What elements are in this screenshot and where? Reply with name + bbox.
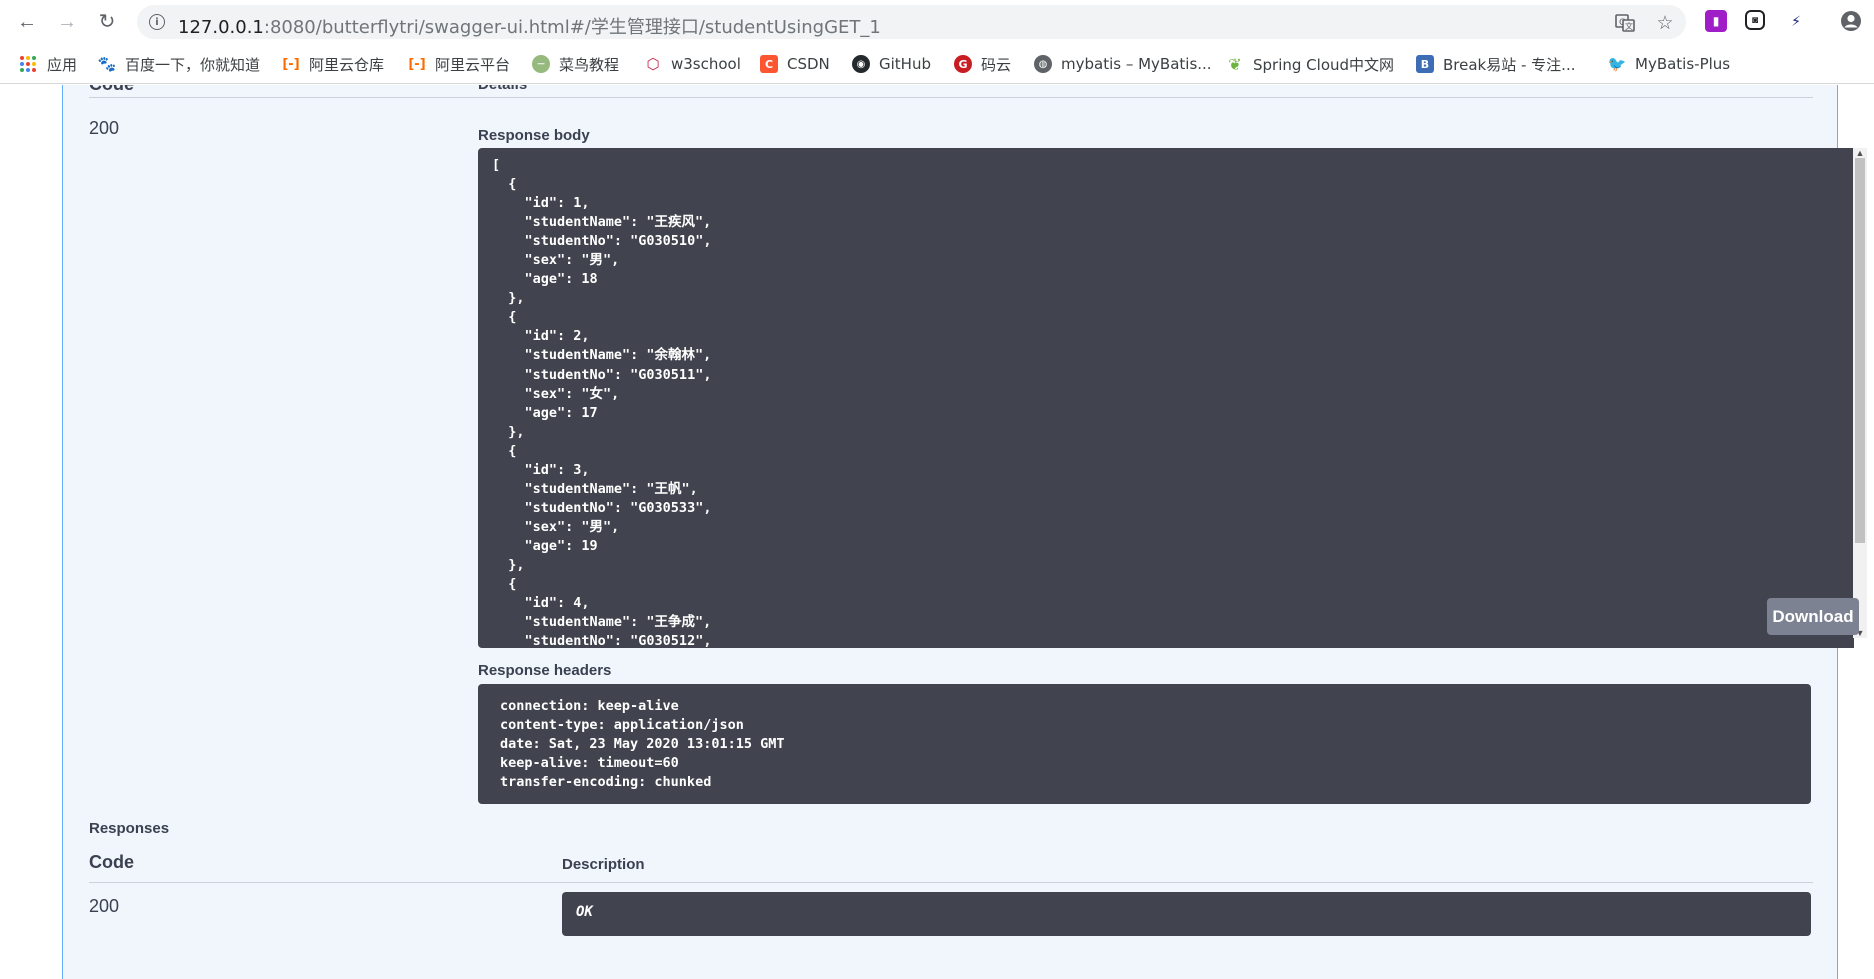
spring-leaf-icon: ❦	[1226, 55, 1244, 74]
bookmark-label: 应用	[47, 55, 78, 74]
scroll-up-arrow-icon[interactable]: ▲	[1854, 148, 1866, 158]
bookmark-csdn[interactable]: C CSDN	[760, 53, 830, 75]
baidu-paw-icon: 🐾	[97, 55, 117, 73]
responses-code: 200	[89, 896, 120, 916]
bookmark-label: MyBatis-Plus	[1635, 55, 1731, 73]
bookmark-label: 阿里云平台	[435, 55, 511, 74]
apps-grid-icon	[20, 55, 37, 73]
responses-description-text: OK	[576, 904, 593, 920]
bookmark-mybatis-plus[interactable]: 🐦 MyBatis-Plus	[1608, 53, 1730, 75]
scrollbar-thumb[interactable]	[1855, 158, 1865, 543]
bookmark-label: Spring Cloud中文网	[1253, 55, 1395, 74]
globe-icon: ◍	[1034, 55, 1052, 73]
bookmark-label: GitHub	[879, 55, 931, 73]
bookmark-label: 菜鸟教程	[559, 55, 620, 74]
gitee-icon: G	[954, 55, 972, 73]
browser-toolbar: ← → ↻ i 127.0.0.1:8080/butterflytri/swag…	[0, 0, 1874, 44]
profile-avatar-icon[interactable]	[1840, 10, 1862, 32]
bookmark-spring-cloud[interactable]: ❦ Spring Cloud中文网	[1226, 53, 1394, 75]
bookmark-w3school[interactable]: ⬡ w3school	[644, 53, 741, 75]
svg-text:文: 文	[1625, 21, 1633, 31]
responses-title: Responses	[89, 820, 170, 837]
url-host: 127.0.0.1	[178, 17, 264, 38]
response-headers-label: Response headers	[478, 662, 612, 679]
aliyun-icon: [-]	[408, 55, 426, 73]
header-divider	[89, 97, 1813, 98]
extension-purple-icon[interactable]: ▮	[1705, 10, 1727, 32]
response-body-label: Response body	[478, 127, 590, 144]
response-body-json: [ { "id": 1, "studentName": "王疾风", "stud…	[492, 157, 712, 648]
operation-block: Code Details 200 Response body [ { "id":…	[62, 85, 1867, 979]
responses-divider	[89, 882, 1813, 883]
bookmark-break[interactable]: B Break易站 - 专注...	[1416, 53, 1576, 75]
bookmark-github[interactable]: ◉ GitHub	[852, 53, 931, 75]
csdn-icon: C	[760, 55, 778, 73]
bookmark-label: w3school	[671, 55, 741, 73]
bookmark-baidu[interactable]: 🐾 百度一下，你就知道	[98, 53, 260, 75]
url-text[interactable]: 127.0.0.1:8080/butterflytri/swagger-ui.h…	[178, 13, 881, 39]
bookmark-label: CSDN	[787, 55, 830, 73]
responses-description-header: Description	[562, 856, 645, 873]
forward-arrow-icon[interactable]: →	[54, 9, 80, 35]
bookmark-runoob[interactable]: ㅡ 菜鸟教程	[532, 53, 619, 75]
bookmark-aliyun-repo[interactable]: [-] 阿里云仓库	[282, 53, 384, 75]
runoob-icon: ㅡ	[532, 55, 550, 73]
w3school-icon: ⬡	[644, 55, 662, 73]
bookmarks-bar: 应用 🐾 百度一下，你就知道 [-] 阿里云仓库 [-] 阿里云平台 ㅡ 菜鸟教…	[0, 44, 1874, 84]
bookmark-label: 百度一下，你就知道	[125, 55, 261, 74]
url-path: :8080/butterflytri/swagger-ui.html#/学生管理…	[263, 17, 881, 38]
back-arrow-icon[interactable]: ←	[14, 9, 40, 35]
extension-box-icon[interactable]: ◙	[1745, 10, 1765, 30]
response-body[interactable]: [ { "id": 1, "studentName": "王疾风", "stud…	[478, 148, 1854, 648]
response-body-scrollbar[interactable]: ▲ ▼	[1853, 148, 1867, 638]
bookmark-label: 码云	[981, 55, 1012, 74]
extension-bolt-icon[interactable]: ⚡	[1785, 10, 1807, 32]
bookmark-gitee[interactable]: G 码云	[954, 53, 1011, 75]
bookmark-star-icon[interactable]: ☆	[1654, 12, 1676, 34]
bookmark-label: 阿里云仓库	[309, 55, 385, 74]
response-headers[interactable]: connection: keep-alive content-type: app…	[478, 684, 1811, 804]
mybatis-plus-bird-icon: 🐦	[1607, 55, 1627, 73]
bookmark-label: mybatis – MyBatis...	[1061, 55, 1212, 73]
server-response-code-header: Code	[89, 85, 134, 95]
bookmark-apps[interactable]: 应用	[20, 53, 77, 75]
responses-code-header: Code	[89, 852, 134, 872]
download-button[interactable]: Download	[1767, 598, 1859, 635]
server-response-details-header: Details	[478, 85, 527, 93]
bookmark-aliyun-platform[interactable]: [-] 阿里云平台	[408, 53, 510, 75]
address-bar[interactable]: i 127.0.0.1:8080/butterflytri/swagger-ui…	[137, 5, 1686, 39]
aliyun-icon: [-]	[282, 55, 300, 73]
response-headers-text: connection: keep-alive content-type: app…	[500, 698, 785, 791]
reload-icon[interactable]: ↻	[94, 9, 120, 35]
swagger-page: Code Details 200 Response body [ { "id":…	[0, 85, 1874, 979]
bookmark-mybatis[interactable]: ◍ mybatis – MyBatis...	[1034, 53, 1212, 75]
github-icon: ◉	[852, 55, 870, 73]
translate-icon[interactable]: G文	[1614, 12, 1636, 34]
break-b-icon: B	[1416, 55, 1434, 73]
bookmark-label: Break易站 - 专注...	[1443, 55, 1576, 74]
response-code: 200	[89, 118, 120, 138]
site-info-icon[interactable]: i	[149, 14, 165, 30]
responses-description: OK	[562, 892, 1811, 936]
